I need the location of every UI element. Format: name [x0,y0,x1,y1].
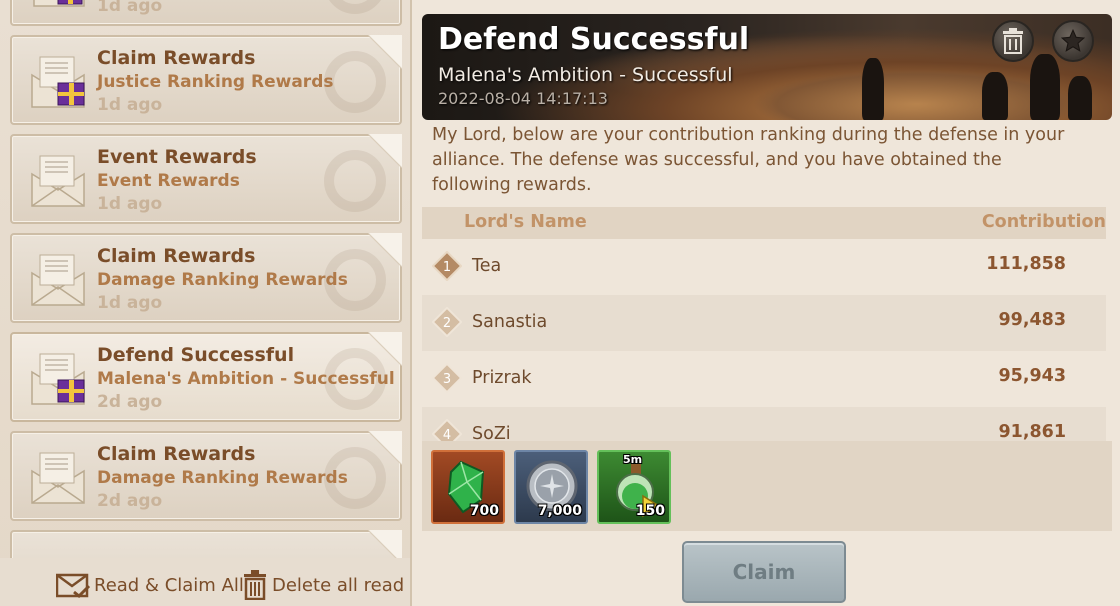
column-header-name: Lord's Name [464,212,587,232]
mail-title: Claim Rewards [97,443,256,465]
delete-all-read-button[interactable]: Delete all read [242,570,404,600]
lord-name: SoZi [472,424,511,441]
page-corner [368,134,402,168]
rank-number: 1 [443,260,451,275]
contribution-value: 111,858 [986,254,1066,274]
letter-icon [31,155,85,207]
gift-letter-icon [31,56,85,108]
page-corner [368,35,402,69]
delete-mail-button[interactable] [992,20,1034,62]
reward-count: 7,000 [537,503,582,519]
banner-figure [1030,54,1060,120]
mail-body-text: My Lord, below are your contribution ran… [432,125,1065,195]
gear-watermark-icon [324,0,386,14]
mail-time: 1d ago [97,194,163,214]
page-corner [368,332,402,366]
reward-count: 700 [469,503,499,519]
rank-badge-icon: 4 [432,419,462,441]
mail-time: 2d ago [97,392,163,412]
contribution-value: 99,483 [998,310,1066,330]
favorite-mail-button[interactable] [1052,20,1094,62]
table-row: 4 SoZi 91,861 [422,407,1106,441]
reward-count: 150 [635,503,665,519]
mail-title: Event Rewards [97,146,257,168]
page-corner [368,431,402,465]
mail-list-panel: 1d ago Claim Rewards Justice Ranking Rew… [0,0,412,606]
gift-letter-icon [31,353,85,405]
lord-name: Prizrak [472,368,532,388]
mail-detail-panel: Defend Successful Malena's Ambition - Su… [414,0,1120,606]
contribution-value: 91,861 [998,422,1066,441]
mail-time: 1d ago [97,293,163,313]
table-row: 2 Sanastia 99,483 [422,295,1106,351]
column-header-contribution: Contribution [981,212,1106,232]
mail-title: Defend Successful [97,344,295,366]
rank-badge-icon: 1 [432,251,462,281]
mail-subtitle: Event Rewards [97,171,240,191]
trash-icon [244,570,266,600]
trash-icon [1003,28,1023,54]
contribution-table: Lord's Name Contribution 1 Tea 111,858 2… [422,207,1106,441]
mail-item[interactable]: Claim Rewards Justice Ranking Rewards 1d… [10,35,402,125]
rank-badge-icon: 3 [432,363,462,393]
banner-figure [862,58,884,120]
mail-detail-title: Defend Successful [438,22,750,57]
claim-button[interactable]: Claim [682,541,846,603]
mail-item[interactable]: Event Rewards Event Rewards 1d ago [10,134,402,224]
table-header: Lord's Name Contribution [422,207,1106,239]
rank-number: 2 [443,316,451,331]
reward-item[interactable]: 7,000 [514,450,588,524]
envelope-check-icon [56,573,90,598]
lord-name: Sanastia [472,312,548,332]
mail-title: Claim Rewards [97,47,256,69]
mail-detail-date: 2022-08-04 14:17:13 [438,89,608,108]
mail-subtitle: Damage Ranking Rewards [97,468,348,488]
star-icon [1060,28,1086,52]
lord-name: Tea [472,256,502,276]
page-corner [368,233,402,267]
gift-letter-icon [33,0,85,7]
rank-number: 4 [443,428,451,441]
mail-subtitle: Justice Ranking Rewards [97,72,334,92]
read-claim-all-button[interactable]: Read & Claim All [56,570,244,600]
table-row: 3 Prizrak 95,943 [422,351,1106,407]
mail-item-selected[interactable]: Defend Successful Malena's Ambition - Su… [10,332,402,422]
mail-time: 2d ago [97,491,163,511]
delete-all-read-label: Delete all read [272,574,405,596]
mail-detail-subtitle: Malena's Ambition - Successful [438,64,733,86]
mail-subtitle: Damage Ranking Rewards [97,270,348,290]
reward-tag: 5m [623,453,643,466]
letter-icon [31,452,85,504]
reward-item[interactable]: 700 [431,450,505,524]
mail-item[interactable]: Claim Rewards Damage Ranking Rewards 2d … [10,431,402,521]
banner-figure [982,72,1008,120]
mail-item[interactable]: 1d ago [10,0,402,26]
table-row: 1 Tea 111,858 [422,239,1106,295]
mail-subtitle: Malena's Ambition - Successful [97,369,395,389]
mail-title: Claim Rewards [97,245,256,267]
rank-number: 3 [443,372,451,387]
mail-footer: Read & Claim All Delete all read [0,558,410,606]
rank-badge-icon: 2 [432,307,462,337]
rewards-strip: 700 7,000 5m 150 [422,441,1112,531]
mail-time: 1d ago [97,0,163,16]
mail-item[interactable]: Claim Rewards Damage Ranking Rewards 1d … [10,233,402,323]
letter-icon [31,254,85,306]
mail-time: 1d ago [97,95,163,115]
mail-banner: Defend Successful Malena's Ambition - Su… [422,14,1112,120]
read-claim-all-label: Read & Claim All [94,574,244,596]
banner-figure [1068,76,1092,120]
contribution-value: 95,943 [998,366,1066,386]
mail-list: 1d ago Claim Rewards Justice Ranking Rew… [10,0,404,606]
reward-item[interactable]: 5m 150 [597,450,671,524]
